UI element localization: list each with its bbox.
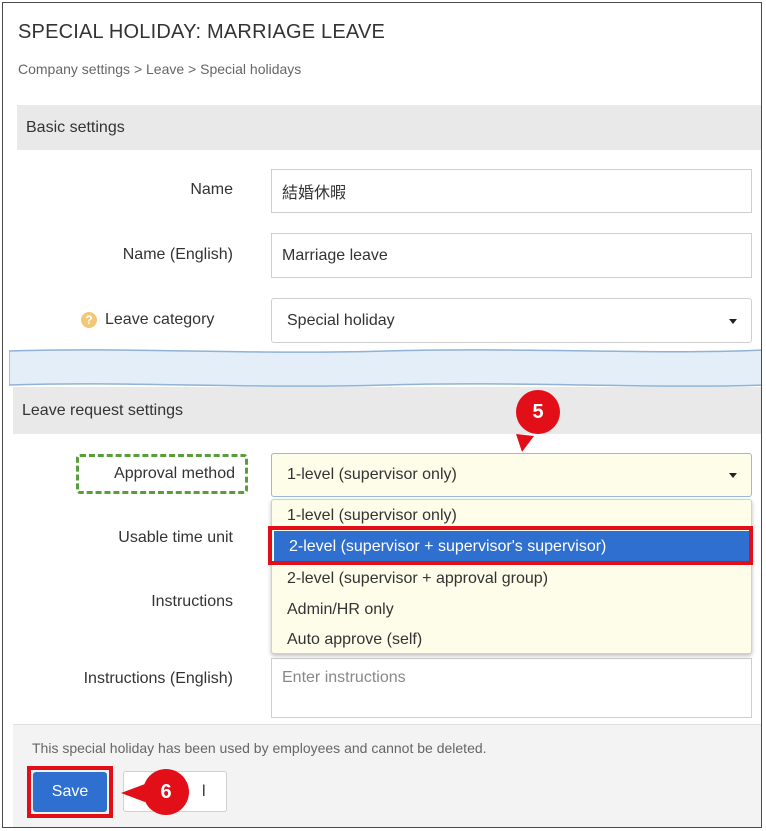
basic-settings-header: Basic settings <box>17 105 761 150</box>
step-5-badge: 5 <box>516 390 560 434</box>
save-button[interactable]: Save <box>33 772 107 812</box>
breadcrumb: Company settings > Leave > Special holid… <box>18 61 302 77</box>
help-icon[interactable]: ? <box>81 312 97 328</box>
name-label: Name <box>190 181 233 198</box>
leave-request-settings-header: Leave request settings <box>13 387 761 434</box>
dropdown-option[interactable]: 2-level (supervisor + approval group) <box>272 563 751 594</box>
basic-settings-title: Basic settings <box>26 119 125 136</box>
name-english-label: Name (English) <box>122 246 233 263</box>
instructions-label: Instructions <box>151 593 233 610</box>
leave-request-settings-title: Leave request settings <box>22 402 183 419</box>
instructions-english-label: Instructions (English) <box>83 670 233 687</box>
page-frame: SPECIAL HOLIDAY: MARRIAGE LEAVE Company … <box>2 2 762 828</box>
name-english-input[interactable]: Marriage leave <box>271 233 752 278</box>
approval-method-select[interactable]: 1-level (supervisor only) <box>271 453 752 497</box>
usable-time-unit-label: Usable time unit <box>118 529 233 546</box>
chevron-down-icon <box>729 473 737 478</box>
footer-note: This special holiday has been used by em… <box>32 740 487 756</box>
approval-method-label: Approval method <box>114 465 235 482</box>
leave-category-value: Special holiday <box>287 311 395 329</box>
page-title: SPECIAL HOLIDAY: MARRIAGE LEAVE <box>18 21 386 43</box>
approval-method-value: 1-level (supervisor only) <box>287 466 457 483</box>
name-input[interactable]: 結婚休暇 <box>271 169 752 213</box>
dropdown-option[interactable]: Auto approve (self) <box>272 624 751 655</box>
approval-method-dropdown: 1-level (supervisor only) 2-level (super… <box>271 499 752 654</box>
step-6-badge: 6 <box>143 769 189 815</box>
dropdown-option[interactable]: Admin/HR only <box>272 594 751 625</box>
page-break-wave <box>9 349 761 387</box>
option-highlight-box <box>268 526 753 565</box>
chevron-down-icon <box>729 318 737 324</box>
leave-category-label-group: ? Leave category <box>81 311 214 329</box>
instructions-english-textarea[interactable]: Enter instructions <box>271 658 752 718</box>
leave-category-label: Leave category <box>105 311 215 328</box>
leave-category-select[interactable]: Special holiday <box>271 298 752 343</box>
